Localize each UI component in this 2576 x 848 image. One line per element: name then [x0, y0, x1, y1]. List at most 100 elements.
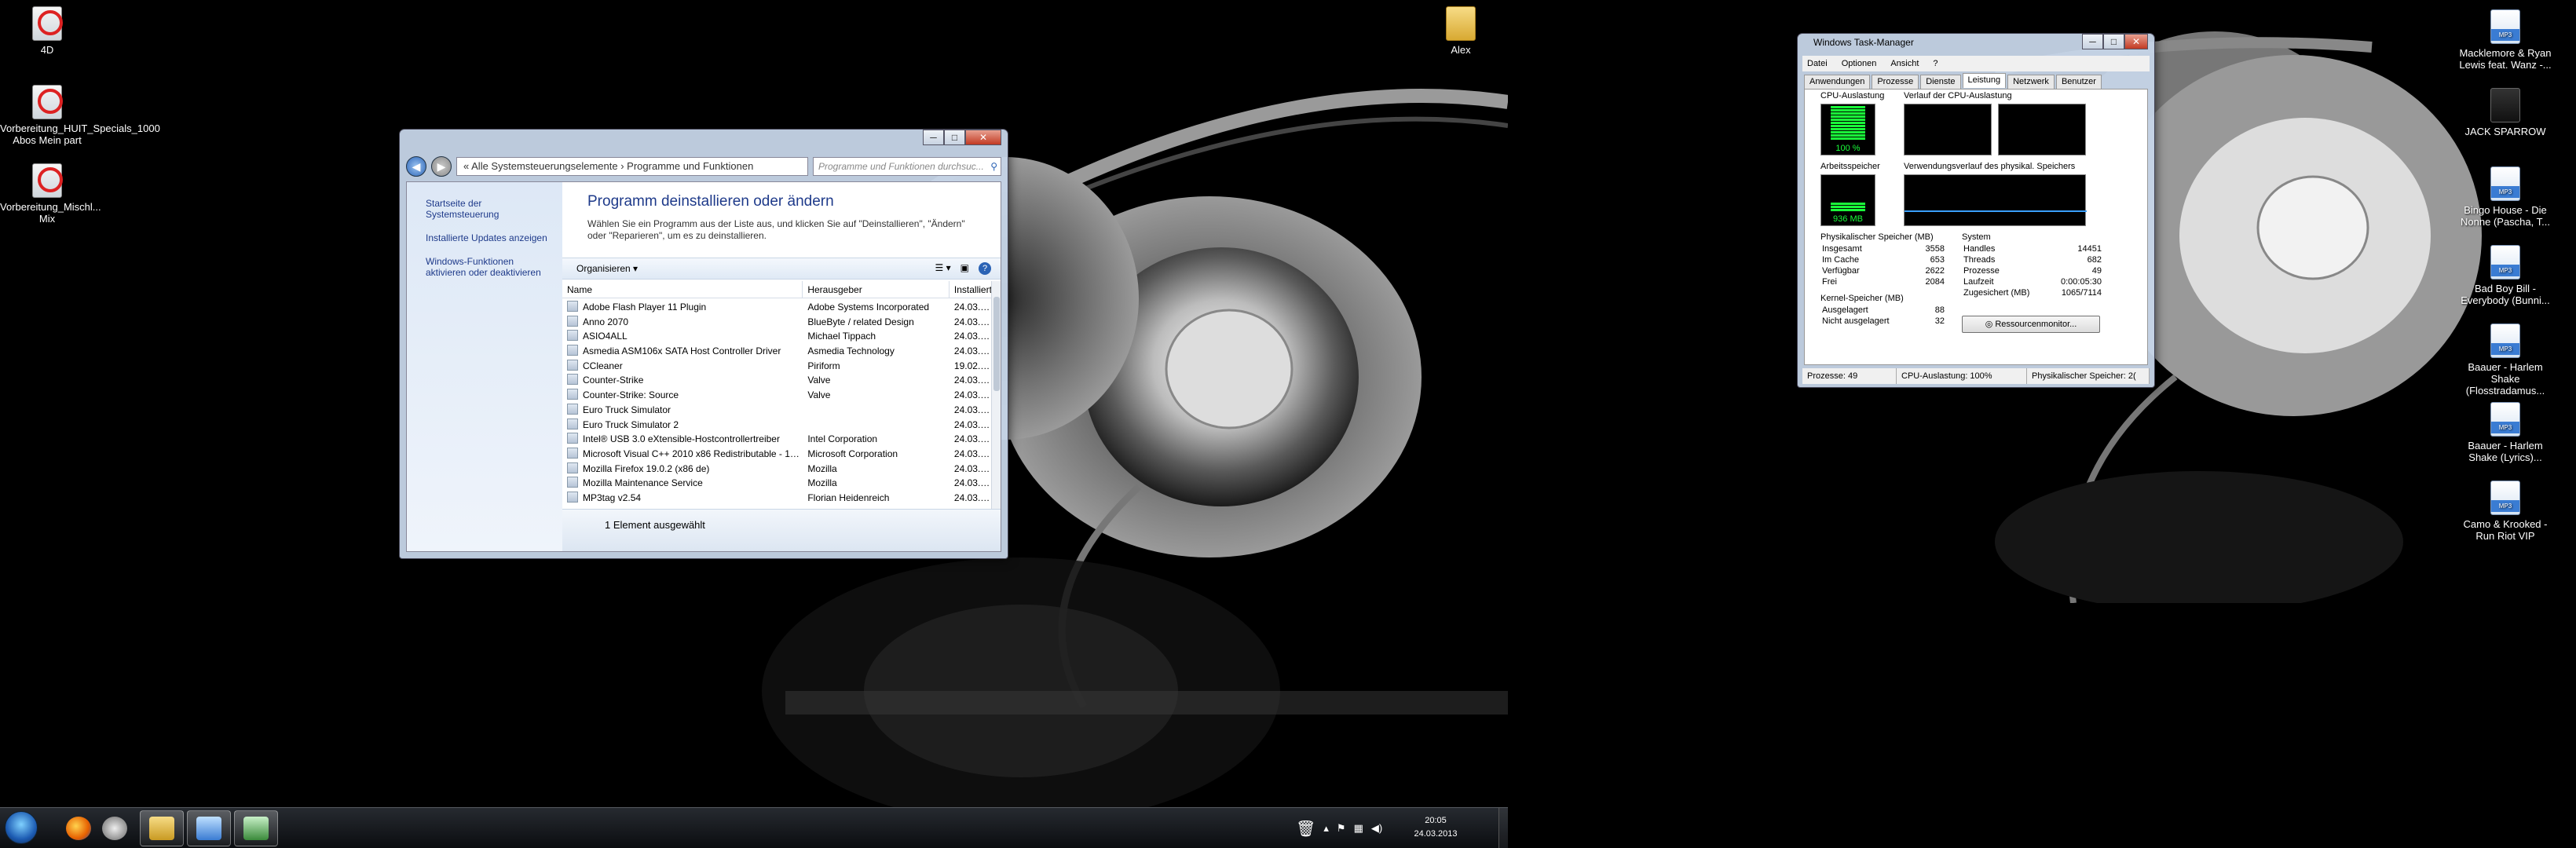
menu-options[interactable]: Optionen — [1842, 56, 1877, 71]
window-caption-buttons: ─ □ ✕ — [923, 130, 1001, 145]
stat-row: Threads 682 — [1962, 254, 2103, 265]
volume-icon[interactable]: ◀) — [1371, 822, 1382, 835]
desktop-icon-baauer-2[interactable]: Baauer - Harlem Shake (Lyrics)... — [2458, 402, 2552, 463]
taskbar-explorer[interactable] — [140, 810, 184, 846]
table-row[interactable]: Mozilla Firefox 19.0.2 (x86 de) Mozilla 24… — [562, 462, 993, 477]
task-manager-window[interactable]: Windows Task-Manager ─ □ ✕ Datei Optione… — [1797, 33, 2155, 388]
page-title: Programm deinstallieren oder ändern — [587, 193, 834, 210]
resource-monitor-button[interactable]: ◎ Ressourcenmonitor... — [1962, 316, 2100, 333]
memory-label: Arbeitsspeicher — [1820, 162, 1880, 171]
status-bar: 1 Element ausgewählt — [562, 509, 1001, 551]
forward-button[interactable]: ▶ — [431, 156, 452, 177]
stat-value: 14451 — [2077, 244, 2102, 254]
cpu-history-label: Verlauf der CPU-Auslastung — [1904, 91, 2012, 101]
window-body: Startseite der Systemsteuerung Installie… — [406, 181, 1001, 552]
table-row[interactable]: Intel® USB 3.0 eXtensible-Hostcontroller… — [562, 432, 993, 447]
action-center-icon[interactable]: ⚑ — [1337, 822, 1346, 835]
start-button[interactable] — [5, 811, 38, 844]
table-row[interactable]: Asmedia ASM106x SATA Host Controller Dri… — [562, 344, 993, 359]
taskbar-media[interactable] — [93, 810, 137, 846]
stat-row: Prozesse 49 — [1962, 265, 2103, 276]
mp3-file-icon — [2490, 245, 2520, 280]
view-options-icon[interactable]: ☰ ▾ — [935, 262, 951, 275]
clock[interactable]: 20:05 24.03.2013 — [1404, 814, 1467, 841]
desktop-icon-jack-sparrow[interactable]: JACK SPARROW — [2458, 88, 2552, 137]
table-row[interactable]: Euro Truck Simulator 24.03.201 — [562, 403, 993, 418]
show-desktop-button[interactable] — [1498, 808, 1508, 848]
program-install-date: 24.03.201 — [953, 316, 993, 327]
table-row[interactable]: CCleaner Piriform 19.02.201 — [562, 359, 993, 374]
help-icon[interactable]: ? — [979, 262, 991, 275]
sidebar-link-updates[interactable]: Installierte Updates anzeigen — [426, 232, 556, 243]
tab-processes[interactable]: Prozesse — [1872, 75, 1919, 90]
program-publisher: Microsoft Corporation — [807, 448, 898, 459]
program-list: Adobe Flash Player 11 Plugin Adobe System… — [562, 300, 993, 514]
search-input[interactable]: Programme und Funktionen durchsuc... ⚲ — [813, 157, 1001, 176]
cpu-usage-value: 100 % — [1835, 144, 1861, 153]
table-row[interactable]: MP3tag v2.54 Florian Heidenreich 24.03.201 — [562, 491, 993, 506]
memory-history-graph — [1904, 174, 2087, 226]
sidebar-link-home[interactable]: Startseite der Systemsteuerung — [426, 198, 556, 220]
table-row[interactable]: ASIO4ALL Michael Tippach 24.03.201 — [562, 329, 993, 344]
programs-and-features-window[interactable]: ─ □ ✕ ◀ ▶ « Alle Systemsteuerungselement… — [399, 129, 1008, 559]
column-header-installed[interactable]: Installiert — [950, 281, 993, 298]
menu-file[interactable]: Datei — [1807, 56, 1828, 71]
recycle-bin-icon[interactable]: 🗑 — [1296, 819, 1315, 839]
menu-help[interactable]: ? — [1933, 56, 1937, 71]
program-publisher — [803, 418, 950, 433]
taskbar-task-manager[interactable] — [234, 810, 278, 846]
table-row[interactable]: Adobe Flash Player 11 Plugin Adobe System… — [562, 300, 993, 315]
program-install-date: 19.02.201 — [953, 360, 993, 371]
desktop-icon-bingo-house[interactable]: Bingo House - Die Nonne (Pascha, T... — [2458, 166, 2552, 228]
sidebar-link-features[interactable]: Windows-Funktionen aktivieren oder deakt… — [426, 256, 556, 278]
back-button[interactable]: ◀ — [406, 156, 426, 177]
desktop-icon-baauer-1[interactable]: Baauer - Harlem Shake (Flosstradamus... — [2458, 323, 2552, 397]
maximize-button[interactable]: □ — [2103, 34, 2124, 49]
table-row[interactable]: Counter-Strike Valve 24.03.201 — [562, 373, 993, 388]
stat-label: Im Cache — [1822, 255, 1860, 265]
breadcrumb-all-items[interactable]: Alle Systemsteuerungselemente — [471, 160, 617, 172]
desktop-icon-4d[interactable]: 4D — [0, 6, 94, 56]
maximize-button[interactable]: □ — [944, 130, 965, 145]
close-button[interactable]: ✕ — [2124, 34, 2148, 49]
menu-view[interactable]: Ansicht — [1890, 56, 1919, 71]
performance-panel: CPU-Auslastung 100 % Verlauf der CPU-Aus… — [1804, 89, 2148, 365]
program-install-date: 24.03.201 — [953, 462, 993, 474]
table-row[interactable]: Microsoft Visual C++ 2010 x86 Redistribu… — [562, 447, 993, 462]
image-file-icon — [2490, 88, 2520, 122]
memory-meter: 936 MB — [1820, 174, 1875, 226]
tab-applications[interactable]: Anwendungen — [1804, 75, 1871, 90]
table-row[interactable]: Euro Truck Simulator 2 24.03.201 — [562, 418, 993, 433]
taskbar-control-panel[interactable] — [187, 810, 231, 846]
address-bar[interactable]: « Alle Systemsteuerungselemente › Progra… — [456, 157, 808, 176]
program-name: Counter-Strike — [562, 373, 803, 388]
tab-services[interactable]: Dienste — [1920, 75, 1961, 90]
desktop-icon-vorbereitung-huit[interactable]: Vorbereitung_HUIT_Specials_1000 Abos Mei… — [0, 85, 160, 146]
minimize-button[interactable]: ─ — [2082, 34, 2103, 49]
table-row[interactable]: Counter-Strike: Source Valve 24.03.201 — [562, 388, 993, 403]
stat-label: Zugesichert (MB) — [1963, 288, 2030, 298]
desktop-icon-bad-boy-bill[interactable]: Bad Boy Bill - Everybody (Bunni... — [2458, 245, 2552, 306]
desktop-icon-vorbereitung-mischl[interactable]: Vorbereitung_Mischl... Mix — [0, 163, 101, 225]
show-hidden-icons-icon[interactable]: ▴ — [1323, 822, 1329, 835]
column-header-publisher[interactable]: Herausgeber — [803, 281, 950, 298]
breadcrumb-programs[interactable]: Programme und Funktionen — [627, 160, 753, 172]
kernel-memory-title: Kernel-Speicher (MB) — [1820, 294, 1904, 303]
organize-button[interactable]: Organisieren ▾ — [576, 263, 638, 274]
tab-performance[interactable]: Leistung — [1962, 73, 2007, 88]
desktop-icon-camo-krooked[interactable]: Camo & Krooked - Run Riot VIP — [2458, 481, 2552, 542]
column-header-name[interactable]: Name — [562, 281, 803, 298]
status-memory: Physikalischer Speicher: 2( — [2027, 368, 2150, 384]
preview-pane-icon[interactable]: ▣ — [961, 262, 969, 275]
table-row[interactable]: Anno 2070 BlueByte / related Design 24.03.… — [562, 315, 993, 330]
vertical-scrollbar[interactable] — [991, 281, 1001, 514]
minimize-button[interactable]: ─ — [923, 130, 944, 145]
tab-users[interactable]: Benutzer — [2055, 75, 2102, 90]
tab-network[interactable]: Netzwerk — [2007, 75, 2055, 90]
table-row[interactable]: Mozilla Maintenance Service Mozilla 24.03.… — [562, 476, 993, 491]
desktop-icon-alex[interactable]: Alex — [1414, 6, 1508, 56]
close-button[interactable]: ✕ — [965, 130, 1001, 145]
network-icon[interactable]: ▦ — [1354, 822, 1363, 835]
desktop-icon-macklemore[interactable]: Macklemore & Ryan Lewis feat. Wanz -... — [2458, 9, 2552, 71]
stat-row: Handles 14451 — [1962, 243, 2103, 254]
